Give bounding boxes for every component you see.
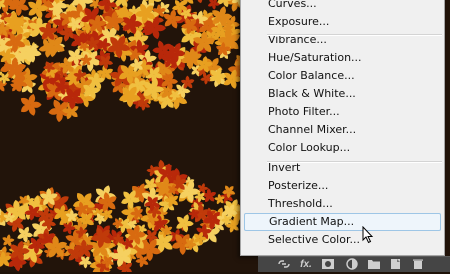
link-icon[interactable]: [276, 258, 292, 271]
folder-icon[interactable]: [366, 258, 382, 271]
layers-panel-bottom-bar: fx.: [258, 256, 450, 272]
menu-item-curves[interactable]: Curves...: [244, 0, 441, 13]
mouse-pointer-icon: [362, 226, 374, 249]
trash-icon[interactable]: [410, 258, 426, 271]
menu-separator: [267, 34, 442, 36]
menu-item-color-lookup[interactable]: Color Lookup...: [244, 139, 441, 157]
menu-item-color-balance[interactable]: Color Balance...: [244, 67, 441, 85]
menu-item-selective-color[interactable]: Selective Color...: [244, 231, 441, 249]
menu-separator: [267, 161, 442, 163]
menu-item-hue-saturation[interactable]: Hue/Saturation...: [244, 49, 441, 67]
new-layer-icon[interactable]: [388, 258, 404, 271]
menu-item-channel-mixer[interactable]: Channel Mixer...: [244, 121, 441, 139]
menu-item-photo-filter[interactable]: Photo Filter...: [244, 103, 441, 121]
menu-item-threshold[interactable]: Threshold...: [244, 195, 441, 213]
adjustments-menu: Curves...Exposure...Vibrance...Hue/Satur…: [240, 0, 445, 256]
fx-icon[interactable]: fx.: [298, 258, 314, 271]
adjustment-layer-icon[interactable]: [344, 258, 360, 271]
menu-item-exposure[interactable]: Exposure...: [244, 13, 441, 31]
menu-item-gradient-map[interactable]: Gradient Map...: [244, 213, 441, 231]
mask-icon[interactable]: [320, 258, 336, 271]
menu-item-black-white[interactable]: Black & White...: [244, 85, 441, 103]
menu-item-posterize[interactable]: Posterize...: [244, 177, 441, 195]
